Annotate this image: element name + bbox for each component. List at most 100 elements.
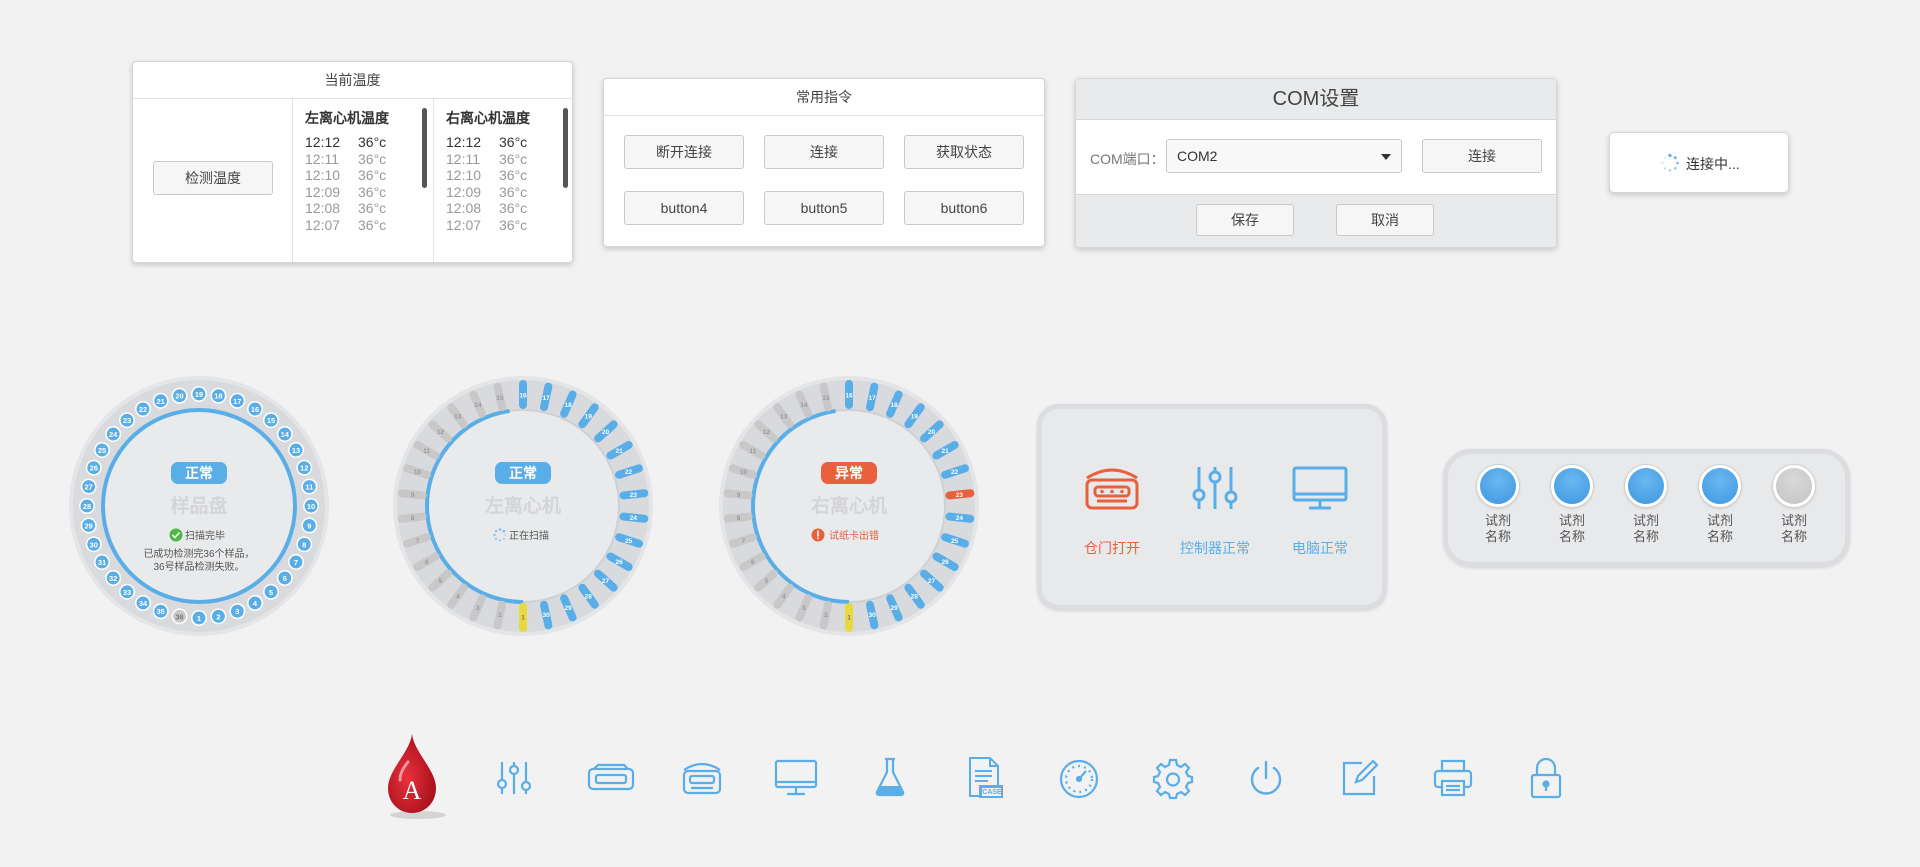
sample-slot[interactable]: 16 [247,401,263,417]
power-icon[interactable] [1246,758,1286,800]
sample-slot[interactable]: 29 [80,517,97,534]
save-button[interactable]: 保存 [1196,204,1294,236]
sample-slot[interactable]: 13 [288,442,304,458]
sample-slot[interactable]: 21 [152,392,169,409]
sample-slot[interactable]: 20 [171,387,188,404]
button4[interactable]: button4 [624,191,744,225]
printer-icon[interactable] [1432,758,1474,798]
svg-text:6: 6 [751,559,755,566]
dial-status-badge-text: 正常 [509,465,537,481]
sample-slot[interactable]: 18 [210,387,227,404]
edit-icon[interactable] [1340,758,1380,798]
case-label-icon: CASE [981,787,1003,798]
sample-slot[interactable]: 7 [288,554,304,570]
temperature-time: 12:11 [305,150,339,167]
sample-slot[interactable]: 35 [152,603,169,620]
sample-slot[interactable]: 17 [229,392,246,409]
sliders-icon[interactable] [494,758,534,798]
reagent-slot-3[interactable]: 试剂 名称 [1616,465,1676,545]
gear-icon[interactable] [1152,758,1194,800]
lock-icon[interactable] [1528,756,1564,800]
svg-text:11: 11 [423,448,430,455]
centrifuge-slot[interactable]: 2 [819,600,833,630]
svg-text:13: 13 [292,446,300,455]
sample-slot[interactable]: 14 [276,426,293,442]
sample-slot[interactable]: 10 [303,498,319,514]
com-port-value: COM2 [1177,148,1218,164]
svg-text:24: 24 [956,515,964,522]
temperature-value: 36°c [358,150,387,167]
sample-slot[interactable]: 9 [301,517,318,534]
button5[interactable]: button5 [764,191,884,225]
monitor-icon [1285,459,1355,517]
sample-slot[interactable]: 6 [276,570,293,586]
sample-slot[interactable]: 24 [105,426,122,442]
sample-slot[interactable]: 2 [210,608,227,625]
com-connect-button[interactable]: 连接 [1422,139,1542,173]
svg-text:1: 1 [847,615,851,622]
sample-slot[interactable]: 34 [135,595,151,611]
centrifuge-slot[interactable]: 2 [493,600,507,630]
sample-slot[interactable]: 11 [301,478,318,495]
disconnect-button[interactable]: 断开连接 [624,135,744,169]
reagent-slot-2[interactable]: 试剂 名称 [1542,465,1602,545]
controller-status-label: 控制器正常 [1180,540,1250,556]
case-file-icon[interactable]: CASE [966,756,1004,800]
svg-text:12: 12 [300,464,308,473]
sample-slot[interactable]: 3 [229,603,246,620]
reagent-slot-4[interactable]: 试剂 名称 [1690,465,1750,545]
sample-slot[interactable]: 8 [296,536,313,553]
cancel-button[interactable]: 取消 [1336,204,1434,236]
reagent-indicator [1477,465,1519,507]
sample-slot[interactable]: 25 [94,442,110,458]
monitor-icon[interactable] [774,758,818,798]
dial-status-text: 扫描完毕 [185,529,225,542]
door-open-icon [1077,459,1147,517]
svg-text:27: 27 [85,483,93,492]
flask-icon[interactable] [872,756,908,798]
centrifuge-slot[interactable]: 16 [845,380,853,409]
sample-slot[interactable]: 26 [85,459,102,476]
centrifuge-slot[interactable]: 1 [519,603,527,632]
button6[interactable]: button6 [904,191,1024,225]
sample-slot[interactable]: 33 [119,583,135,600]
sample-slot[interactable]: 4 [247,595,263,611]
sample-slot[interactable]: 31 [94,554,110,570]
detect-temperature-button[interactable]: 检测温度 [153,161,273,195]
sample-slot[interactable]: 36 [171,608,188,625]
centrifuge-slot[interactable]: 1 [845,603,853,632]
sample-slot[interactable]: 28 [79,498,95,514]
sample-slot[interactable]: 5 [263,583,279,600]
com-port-select[interactable]: COM2 [1166,139,1402,173]
sample-slot[interactable]: 23 [119,412,135,429]
svg-text:12: 12 [763,429,771,436]
scrollbar[interactable] [563,108,568,188]
svg-text:21: 21 [942,448,950,455]
door-status-label: 仓门打开 [1084,540,1140,556]
sample-slot[interactable]: 22 [135,401,151,417]
centrifuge-slot[interactable]: 16 [519,380,527,409]
scrollbar[interactable] [422,108,427,188]
temperature-row: 12:07 36°c [305,217,433,234]
reagent-slot-1[interactable]: 试剂 名称 [1468,465,1528,545]
sample-tray-dial[interactable]: 1 2 3 4 5 6 7 8 9 10 11 12 13 14 15 16 17 18 19 20 21 22 23 24 2… [68,375,330,637]
dial-status-text: 试纸卡出错 [829,529,879,542]
reagent-slot-5[interactable]: 试剂 名称 [1764,465,1824,545]
svg-text:24: 24 [630,515,638,522]
svg-text:3: 3 [235,607,239,616]
sample-slot[interactable]: 15 [263,412,279,429]
sample-slot[interactable]: 1 [191,610,207,626]
sample-slot[interactable]: 30 [85,536,102,553]
sample-slot[interactable]: 27 [80,478,97,495]
right-centrifuge-dial[interactable]: 1 2 3 4 5 6 7 8 9 10 11 12 13 14 15 16 17 18 19 20 21 22 23 24 2… [718,375,980,637]
sample-slot[interactable]: 12 [296,459,313,476]
get-status-button[interactable]: 获取状态 [904,135,1024,169]
left-centrifuge-dial[interactable]: 1 2 3 4 5 6 7 8 9 10 11 12 13 14 15 16 17 18 19 20 21 22 23 24 2… [392,375,654,637]
sample-slot[interactable]: 32 [105,570,122,586]
connect-button[interactable]: 连接 [764,135,884,169]
sample-slot[interactable]: 19 [191,386,207,402]
gauge-icon[interactable] [1058,758,1100,800]
svg-text:5: 5 [439,578,443,585]
open-box-icon[interactable] [680,758,724,798]
tray-icon[interactable] [586,761,636,797]
